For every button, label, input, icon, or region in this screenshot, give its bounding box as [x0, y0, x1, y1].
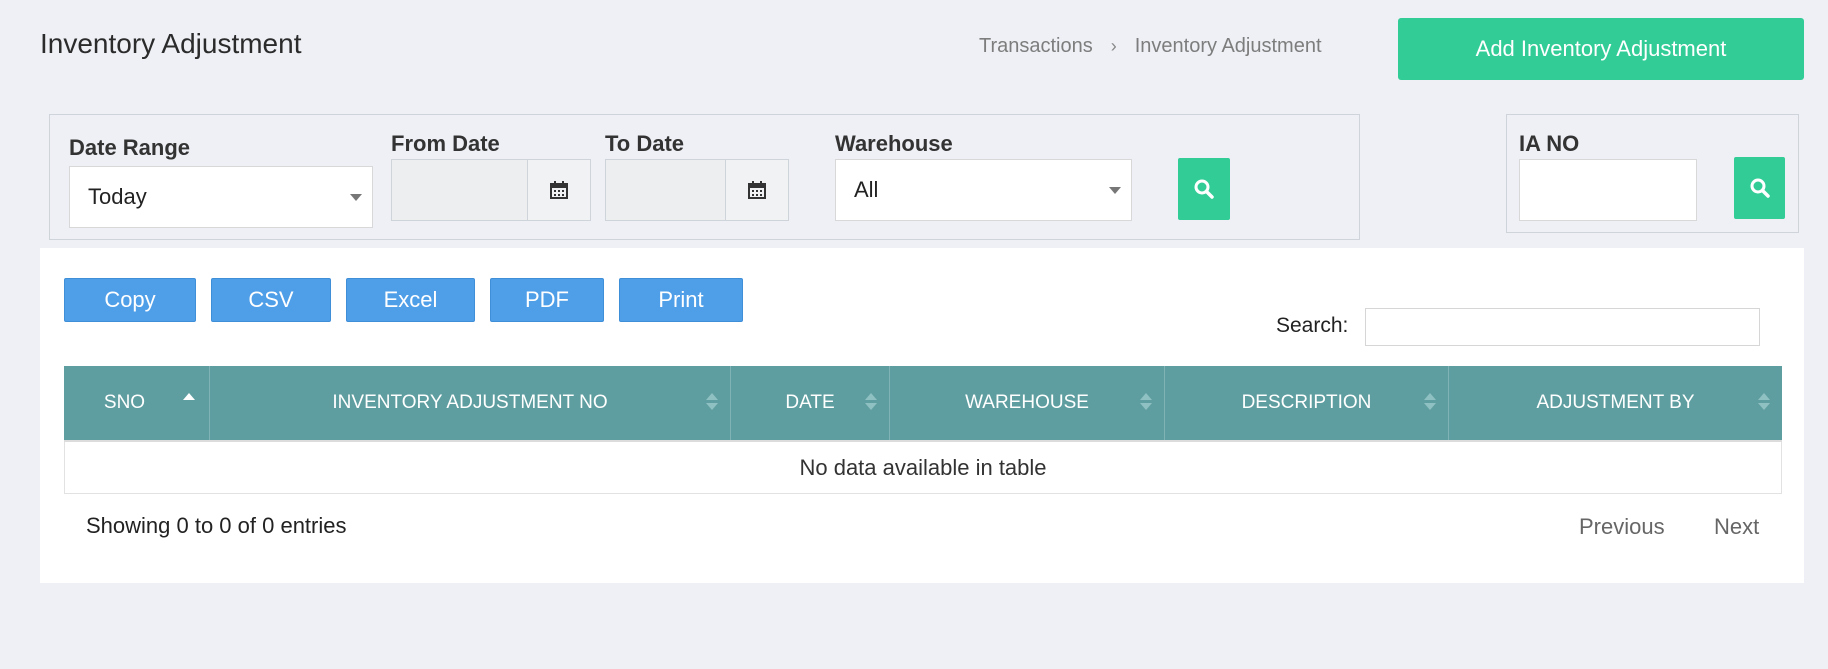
column-header-sno[interactable]: SNO: [64, 366, 210, 440]
column-header-label: WAREHOUSE: [965, 392, 1089, 413]
print-button[interactable]: Print: [619, 278, 743, 322]
column-header-label: ADJUSTMENT BY: [1536, 392, 1695, 413]
page-title: Inventory Adjustment: [40, 28, 302, 59]
date-range-select[interactable]: Today: [69, 166, 373, 228]
add-inventory-adjustment-button[interactable]: Add Inventory Adjustment: [1398, 18, 1804, 80]
calendar-icon: [748, 181, 766, 199]
from-date-input[interactable]: [391, 159, 528, 221]
ia-no-label: IA NO: [1519, 131, 1580, 156]
table-card: Copy CSV Excel PDF Print Search: SNO INV…: [40, 248, 1804, 583]
column-header-ia-no[interactable]: INVENTORY ADJUSTMENT NO: [210, 366, 731, 440]
table-header: SNO INVENTORY ADJUSTMENT NO DATE WAREHOU…: [64, 366, 1782, 442]
calendar-icon: [550, 181, 568, 199]
column-header-date[interactable]: DATE: [731, 366, 890, 440]
sort-asc-icon: [183, 393, 195, 410]
column-header-label: DESCRIPTION: [1241, 392, 1372, 413]
sort-icon: [1424, 393, 1436, 410]
to-date-calendar-button[interactable]: [726, 159, 789, 221]
ia-no-panel: IA NO: [1506, 114, 1799, 233]
from-date-label: From Date: [391, 131, 500, 156]
breadcrumb: Transactions › Inventory Adjustment: [979, 35, 1322, 58]
sort-icon: [1758, 393, 1770, 410]
table-empty-row: No data available in table: [64, 442, 1782, 494]
column-header-label: INVENTORY ADJUSTMENT NO: [332, 392, 608, 413]
to-date-label: To Date: [605, 131, 685, 156]
to-date-group: [605, 159, 789, 221]
pdf-button[interactable]: PDF: [490, 278, 604, 322]
date-range-value: Today: [88, 184, 147, 209]
column-header-label: SNO: [103, 392, 146, 413]
breadcrumb-separator: ›: [1110, 36, 1117, 56]
warehouse-select[interactable]: All: [835, 159, 1132, 221]
breadcrumb-item-transactions[interactable]: Transactions: [979, 35, 1093, 58]
search-label: Search:: [1276, 314, 1349, 337]
breadcrumb-item-current: Inventory Adjustment: [1134, 35, 1322, 57]
caret-down-icon: [1109, 187, 1121, 194]
search-icon: [1750, 178, 1770, 198]
column-header-description[interactable]: DESCRIPTION: [1165, 366, 1449, 440]
warehouse-label: Warehouse: [835, 131, 953, 156]
sort-icon: [706, 393, 718, 410]
column-header-warehouse[interactable]: WAREHOUSE: [890, 366, 1165, 440]
excel-button[interactable]: Excel: [346, 278, 475, 322]
pagination-next[interactable]: Next: [1714, 514, 1759, 540]
warehouse-value: All: [854, 177, 879, 202]
sort-icon: [865, 393, 877, 410]
to-date-input[interactable]: [605, 159, 726, 221]
ia-no-input[interactable]: [1519, 159, 1697, 221]
date-range-label: Date Range: [69, 135, 191, 160]
sort-icon: [1140, 393, 1152, 410]
search-icon: [1194, 179, 1214, 199]
caret-down-icon: [350, 194, 362, 201]
table-info: Showing 0 to 0 of 0 entries: [86, 513, 347, 538]
pagination-previous[interactable]: Previous: [1579, 514, 1665, 540]
column-header-label: DATE: [785, 392, 835, 413]
from-date-calendar-button[interactable]: [528, 159, 591, 221]
filter-search-button[interactable]: [1178, 158, 1230, 220]
table-search-input[interactable]: [1365, 308, 1760, 346]
copy-button[interactable]: Copy: [64, 278, 196, 322]
filter-panel: Date Range Today From Date To Date Wareh…: [49, 114, 1360, 240]
column-header-adjustment-by[interactable]: ADJUSTMENT BY: [1449, 366, 1782, 440]
csv-button[interactable]: CSV: [211, 278, 331, 322]
from-date-group: [391, 159, 591, 221]
ia-no-search-button[interactable]: [1734, 157, 1785, 219]
